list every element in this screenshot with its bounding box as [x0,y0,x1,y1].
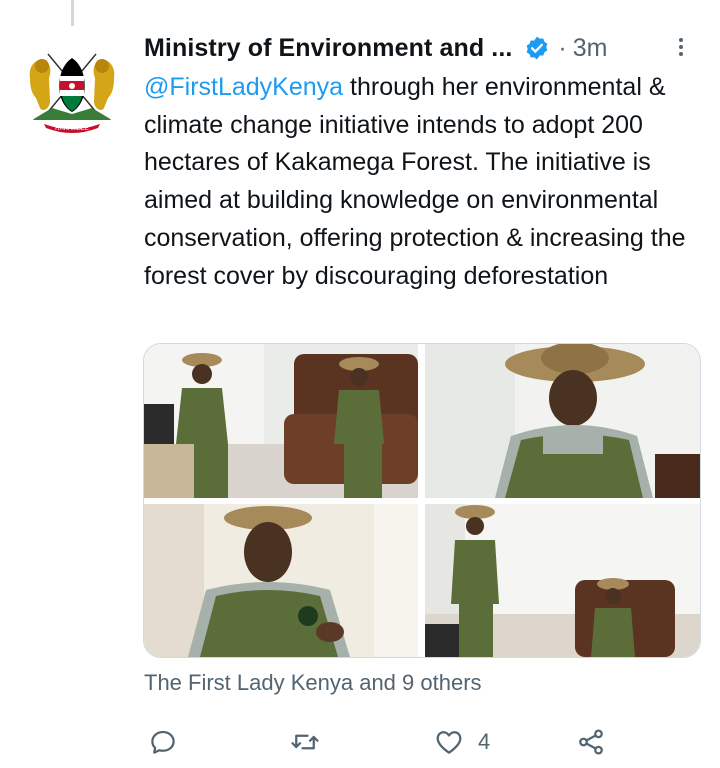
avatar[interactable]: HARAMBEE [22,38,122,138]
like-count: 4 [478,729,491,754]
photo-3[interactable] [144,504,418,657]
tweet-actions: 4 [144,722,624,762]
photo-4[interactable] [425,504,700,657]
retweet-icon [291,734,319,750]
tweet-header: Ministry of Environment and ... · 3m [144,30,700,66]
social-context[interactable]: The First Lady Kenya and 9 others [144,670,482,696]
more-options-icon[interactable] [666,32,696,62]
verified-badge-icon [527,36,548,60]
share-icon [579,729,603,755]
reply-button[interactable] [148,722,178,762]
media-grid [143,343,701,658]
photo-1[interactable] [144,344,418,498]
separator-dot: · [558,33,567,62]
photo-2[interactable] [425,344,700,498]
mention-link[interactable]: @FirstLadyKenya [144,73,343,101]
tweet-body: through her environmental & climate chan… [144,73,686,290]
svg-text:HARAMBEE: HARAMBEE [55,126,89,132]
like-button[interactable]: 4 [434,722,490,762]
author-name[interactable]: Ministry of Environment and ... [144,34,512,63]
thread-connector-line [71,0,74,26]
tweet-text: @FirstLadyKenya through her environmenta… [144,69,704,295]
timestamp[interactable]: 3m [573,34,608,63]
reply-icon [151,730,175,754]
retweet-button[interactable] [290,722,320,762]
heart-icon [436,731,462,754]
coat-of-arms-logo: HARAMBEE [22,38,122,138]
share-button[interactable] [576,722,606,762]
